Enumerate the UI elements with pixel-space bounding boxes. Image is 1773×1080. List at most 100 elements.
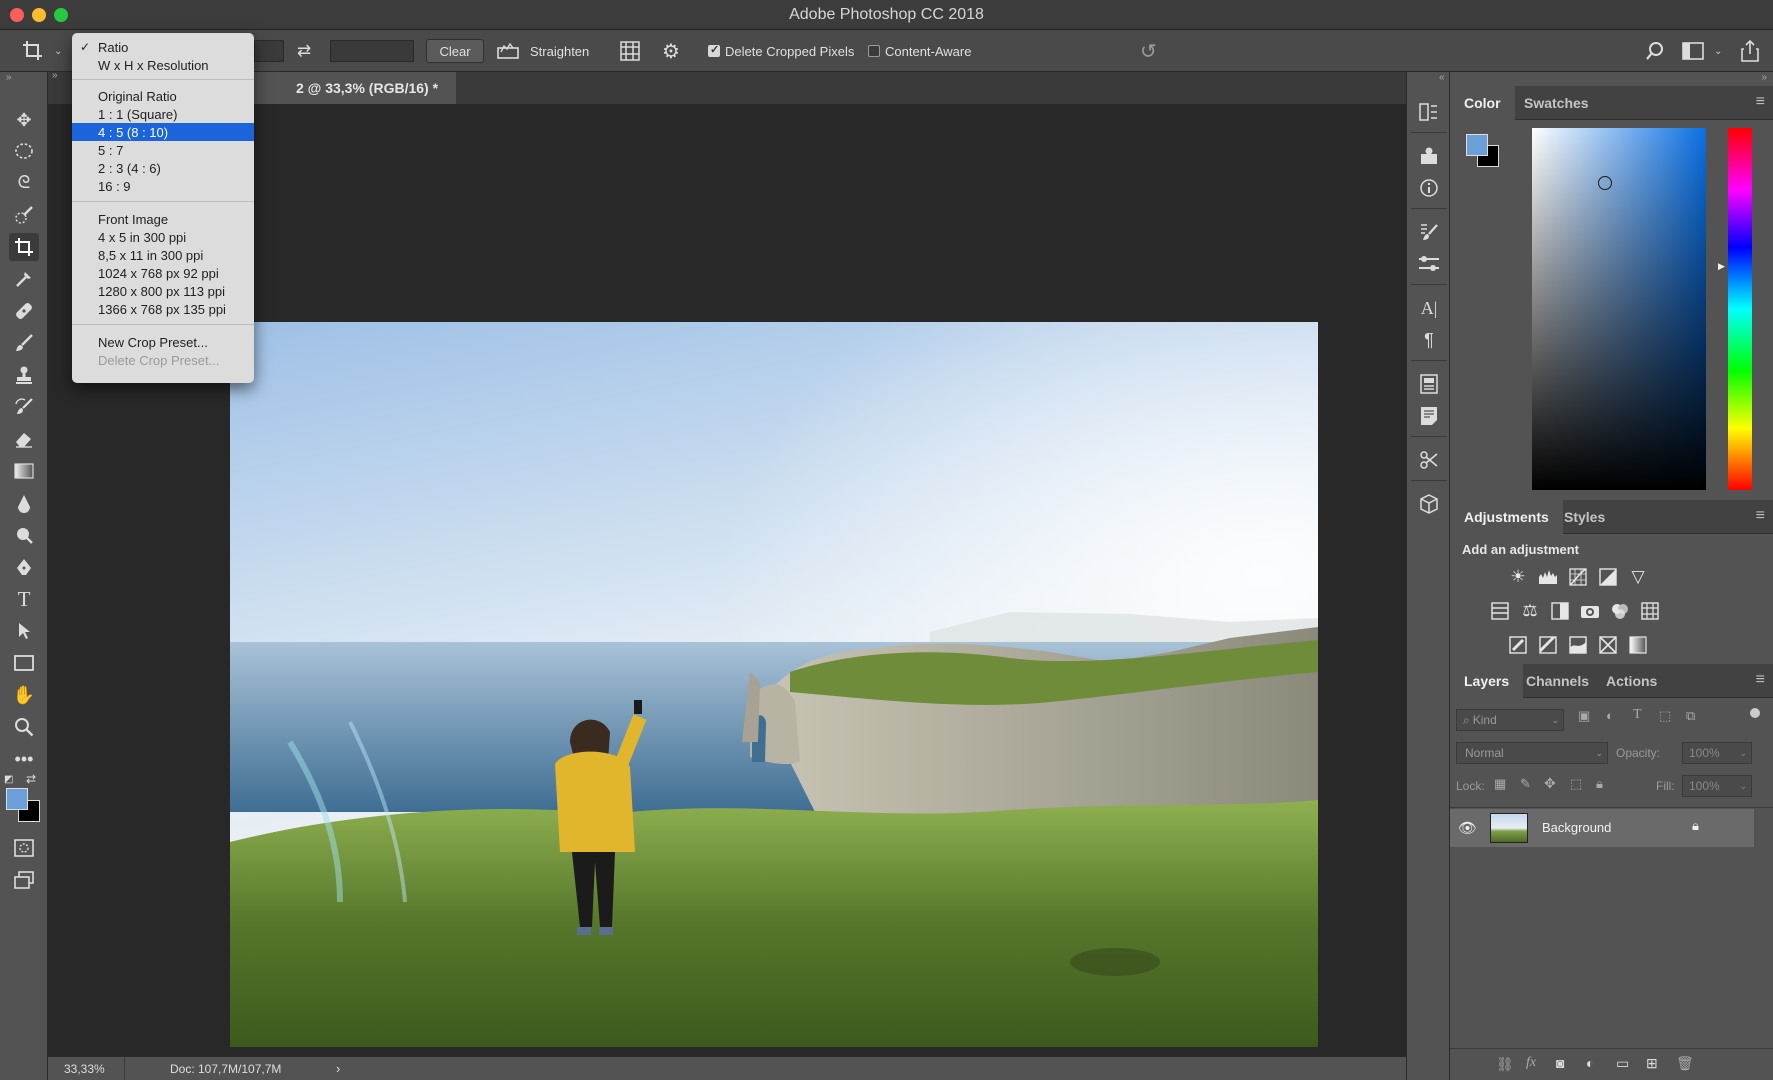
menu-item-8-5x11-300ppi[interactable]: 8,5 x 11 in 300 ppi [72, 246, 254, 264]
menu-item-original-ratio[interactable]: Original Ratio [72, 87, 254, 105]
move-tool-icon[interactable]: ✥ [9, 106, 39, 134]
share-icon[interactable] [1740, 30, 1760, 72]
straighten-icon[interactable] [497, 30, 519, 72]
paragraph-panel-icon[interactable]: ¶ [1414, 326, 1444, 354]
menu-item-4x5-300ppi[interactable]: 4 x 5 in 300 ppi [72, 228, 254, 246]
character-panel-icon[interactable]: A| [1414, 294, 1444, 322]
collapse-toolbar-icon[interactable]: » [6, 72, 12, 83]
crop-tool-preset-icon[interactable] [22, 30, 44, 72]
clone-stamp-tool-icon[interactable] [9, 361, 39, 389]
brightness-contrast-icon[interactable]: ☀ [1506, 565, 1530, 589]
collapse-panels-icon[interactable]: » [1761, 72, 1767, 83]
color-panel-menu-icon[interactable]: ≡ [1756, 93, 1765, 111]
posterize-icon[interactable] [1536, 633, 1560, 657]
black-white-icon[interactable] [1548, 599, 1572, 623]
foreground-color-swatch[interactable] [6, 788, 28, 810]
layer-filter-select[interactable]: ⌕ Kind ⌄ [1456, 709, 1564, 731]
menu-item-wxhxresolution[interactable]: W x H x Resolution [72, 56, 254, 74]
filter-pixel-layers-icon[interactable]: ▣ [1578, 708, 1590, 724]
zoom-tool-icon[interactable] [9, 713, 39, 741]
new-group-folder-icon[interactable]: ▭ [1616, 1055, 1629, 1072]
type-tool-icon[interactable]: T [9, 585, 39, 613]
preset-chevron-down-icon[interactable]: ⌄ [54, 30, 62, 72]
tab-color[interactable]: Color [1450, 86, 1515, 120]
hue-saturation-icon[interactable] [1488, 599, 1512, 623]
invert-icon[interactable] [1506, 633, 1530, 657]
blur-tool-icon[interactable] [9, 489, 39, 517]
content-aware-checkbox[interactable]: Content-Aware [868, 30, 971, 72]
menu-item-1-1-square[interactable]: 1 : 1 (Square) [72, 105, 254, 123]
marquee-tool-icon[interactable] [9, 137, 39, 165]
layer-visibility-eye-icon[interactable]: 👁︎ [1458, 819, 1477, 837]
lock-image-pixels-icon[interactable]: ✎ [1520, 776, 1531, 792]
expand-panels-icon[interactable]: » [52, 70, 58, 81]
notes-panel-icon[interactable] [1414, 402, 1444, 430]
channel-mixer-icon[interactable] [1608, 599, 1632, 623]
layer-name[interactable]: Background [1542, 820, 1611, 835]
healing-brush-tool-icon[interactable] [9, 297, 39, 325]
workspace-chevron-down-icon[interactable]: ⌄ [1714, 30, 1722, 72]
reset-crop-icon[interactable]: ↺ [1140, 30, 1157, 72]
blend-mode-select[interactable]: Normal ⌄ [1456, 742, 1608, 764]
curves-icon[interactable] [1566, 565, 1590, 589]
gradient-tool-icon[interactable] [9, 457, 39, 485]
levels-icon[interactable] [1536, 565, 1560, 589]
default-colors-icon[interactable]: ◩ [4, 774, 13, 785]
info-panel-icon[interactable] [1414, 174, 1444, 202]
search-icon[interactable] [1645, 30, 1665, 72]
delete-layer-trash-icon[interactable]: 🗑︎ [1676, 1055, 1694, 1072]
3d-panel-icon[interactable] [1414, 490, 1444, 518]
filter-shape-layers-icon[interactable]: ⬚ [1659, 708, 1671, 724]
lock-all-icon[interactable]: 🔒︎ [1596, 776, 1603, 792]
clear-button[interactable]: Clear [426, 39, 484, 63]
lock-position-icon[interactable]: ✥ [1544, 775, 1556, 792]
menu-item-5-7[interactable]: 5 : 7 [72, 141, 254, 159]
menu-item-2-3[interactable]: 2 : 3 (4 : 6) [72, 159, 254, 177]
link-layers-icon[interactable]: ⛓ [1496, 1056, 1514, 1073]
swap-colors-icon[interactable]: ⇄ [26, 772, 36, 786]
pen-tool-icon[interactable] [9, 553, 39, 581]
color-picker-field[interactable] [1532, 128, 1706, 490]
libraries-panel-icon[interactable] [1414, 370, 1444, 398]
lock-transparent-pixels-icon[interactable]: ▦ [1494, 776, 1506, 792]
vibrance-icon[interactable]: ▽ [1626, 565, 1650, 589]
more-tools-icon[interactable]: ••• [9, 745, 39, 773]
zoom-level[interactable]: 33,33% [64, 1062, 105, 1076]
path-selection-tool-icon[interactable] [9, 617, 39, 645]
gradient-map-icon[interactable] [1626, 633, 1650, 657]
layers-panel-menu-icon[interactable]: ≡ [1756, 671, 1765, 689]
layer-row[interactable]: 👁︎ Background 🔒︎ [1450, 809, 1754, 847]
eraser-tool-icon[interactable] [9, 425, 39, 453]
history-brush-tool-icon[interactable] [9, 393, 39, 421]
delete-cropped-pixels-checkbox[interactable]: Delete Cropped Pixels [708, 30, 854, 72]
status-menu-chevron-icon[interactable]: › [336, 1061, 340, 1076]
add-mask-icon[interactable]: ◙ [1556, 1055, 1564, 1071]
properties-panel-icon[interactable] [1414, 142, 1444, 170]
menu-item-new-crop-preset[interactable]: New Crop Preset... [72, 333, 254, 351]
hand-tool-icon[interactable]: ✋ [9, 681, 39, 709]
tab-styles[interactable]: Styles [1550, 500, 1619, 534]
filter-toggle-icon[interactable] [1750, 708, 1760, 718]
menu-item-4-5[interactable]: 4 : 5 (8 : 10) [72, 123, 254, 141]
fill-field[interactable]: 100% ⌄ [1682, 775, 1752, 797]
filter-adjustment-layers-icon[interactable]: ◐ [1606, 708, 1614, 723]
workspace-icon[interactable] [1682, 30, 1704, 72]
new-layer-icon[interactable]: ⊞ [1646, 1055, 1658, 1072]
menu-item-1366x768[interactable]: 1366 x 768 px 135 ppi [72, 300, 254, 318]
adjustments-panel-menu-icon[interactable]: ≡ [1756, 507, 1765, 525]
menu-item-1280x800[interactable]: 1280 x 800 px 113 ppi [72, 282, 254, 300]
rectangle-tool-icon[interactable] [9, 649, 39, 677]
menu-item-16-9[interactable]: 16 : 9 [72, 177, 254, 195]
threshold-icon[interactable] [1566, 633, 1590, 657]
lasso-tool-icon[interactable]: ᘓ [9, 168, 39, 196]
menu-item-ratio[interactable]: ✓ Ratio [72, 38, 254, 56]
color-balance-icon[interactable]: ⚖ [1518, 599, 1542, 623]
lock-artboards-icon[interactable]: ⬚ [1570, 776, 1582, 792]
swap-dimensions-icon[interactable]: ⇄ [297, 30, 311, 72]
history-panel-icon[interactable] [1414, 98, 1444, 126]
tab-actions[interactable]: Actions [1592, 664, 1671, 698]
menu-item-1024x768[interactable]: 1024 x 768 px 92 ppi [72, 264, 254, 282]
dodge-tool-icon[interactable] [9, 521, 39, 549]
hue-slider[interactable] [1728, 128, 1752, 490]
eyedropper-tool-icon[interactable] [9, 265, 39, 293]
